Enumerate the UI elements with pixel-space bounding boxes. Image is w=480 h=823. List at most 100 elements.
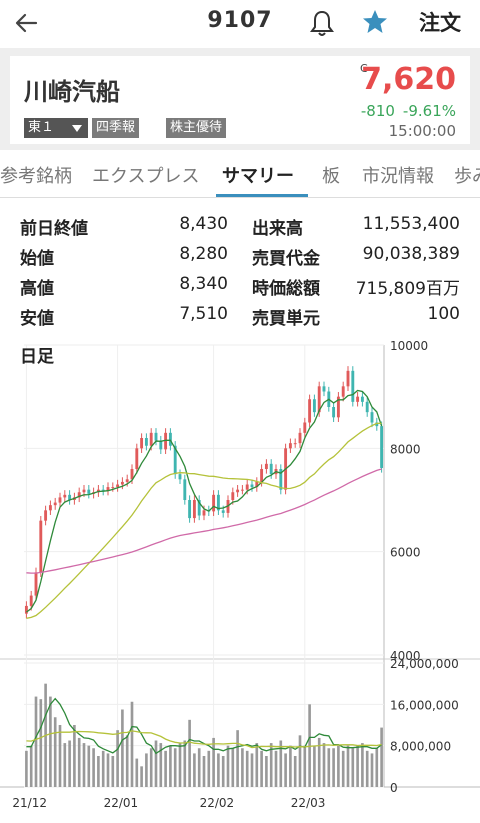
volume-tick-label: 0 [390, 781, 398, 795]
stats-row: 始値 8,280 売買代金 90,038,389 [0, 244, 480, 274]
market-selector[interactable]: 東１ [24, 118, 88, 138]
volume-bar [361, 743, 364, 787]
stat-label: 売買単元 [252, 309, 320, 329]
volume-bar [77, 737, 81, 787]
volume-bar [149, 748, 153, 787]
stat-label: 出来高 [252, 219, 303, 239]
candle [308, 399, 312, 423]
volume-bar [250, 753, 254, 787]
volume-bar [97, 756, 100, 787]
market-label: 東１ [28, 120, 55, 135]
volume-bar [140, 766, 143, 787]
volume-bar [39, 699, 43, 787]
candle [168, 432, 172, 446]
tab-order-book[interactable]: 板 [322, 162, 340, 188]
quarterly-report-badge[interactable]: 四季報 [92, 118, 140, 138]
candle [149, 432, 153, 446]
candle [178, 474, 182, 480]
favorite-star-icon[interactable] [360, 7, 390, 37]
candle [341, 386, 345, 397]
candle [356, 396, 360, 402]
ma25-line [26, 422, 382, 619]
bell-icon[interactable] [308, 8, 336, 38]
volume-bar [154, 740, 158, 787]
change-percent: -9.61% [402, 102, 456, 120]
back-arrow-icon[interactable] [10, 6, 44, 40]
price-tick-label: 6000 [390, 546, 421, 560]
candle [346, 370, 350, 387]
tab-market-info[interactable]: 市況情報 [362, 162, 434, 188]
tab-time-and-sales[interactable]: 歩み [454, 162, 480, 188]
candle [44, 510, 48, 521]
candle [351, 370, 355, 402]
volume-bar [351, 748, 355, 787]
shareholder-benefit-badge[interactable]: 株主優待 [166, 118, 227, 138]
stat-value: 715,809百万 [355, 279, 460, 299]
candle [288, 443, 292, 449]
volume-bar [303, 745, 307, 787]
volume-bar [370, 753, 374, 787]
volume-bar [197, 748, 201, 787]
stat-value: 8,340 [179, 274, 228, 294]
volume-bar [82, 743, 86, 787]
stat-value: 90,038,389 [362, 244, 460, 264]
candle [236, 489, 240, 493]
ma75-line [26, 468, 382, 574]
volume-bar [183, 740, 187, 787]
volume-bar [289, 745, 292, 787]
volume-bar [337, 745, 340, 787]
volume-bar [29, 745, 33, 787]
volume-bar [87, 745, 91, 787]
order-button[interactable]: 注文 [410, 7, 470, 37]
volume-bar [245, 750, 249, 787]
stat-value: 7,510 [179, 304, 228, 324]
stat-label: 高値 [20, 279, 54, 299]
volume-bar [212, 737, 215, 787]
volume-bar [265, 756, 268, 787]
volume-tick-label: 24,000,000 [390, 657, 459, 671]
dropdown-triangle-icon [72, 125, 82, 132]
volume-bar [111, 756, 115, 787]
volume-bar [63, 743, 67, 787]
candle [332, 407, 336, 418]
stock-name: 川崎汽船 [24, 78, 120, 106]
volume-bar [341, 750, 345, 787]
candle [144, 438, 148, 446]
volume-bar [327, 748, 331, 787]
active-tab-indicator [216, 194, 308, 197]
volume-bar [207, 750, 211, 787]
tab-related-stocks[interactable]: 参考銘柄 [0, 162, 72, 188]
volume-bar [380, 727, 383, 787]
x-tick-label: 21/12 [12, 796, 47, 810]
daily-chart[interactable]: 1000080006000400024,000,00016,000,0008,0… [0, 333, 480, 823]
candle [264, 463, 268, 469]
candle [135, 448, 139, 469]
volume-bar [274, 750, 278, 787]
volume-bar [169, 745, 172, 787]
volume-bar [298, 735, 302, 787]
candle [154, 432, 158, 441]
stat-value: 8,280 [179, 244, 228, 264]
volume-bar [135, 758, 139, 787]
volume-bar [164, 750, 167, 787]
stat-label: 安値 [20, 309, 54, 329]
price-tick-label: 8000 [390, 442, 421, 456]
volume-bar [241, 748, 244, 787]
x-tick-label: 22/02 [200, 796, 235, 810]
stats-row: 前日終値 8,430 出来高 11,553,400 [0, 214, 480, 244]
tab-express[interactable]: エクスプレス [92, 162, 199, 188]
candle [298, 432, 302, 444]
price-time: 15:00:00 [388, 122, 456, 140]
volume-bar [356, 745, 359, 787]
volume-bar [101, 750, 105, 787]
x-tick-label: 22/03 [291, 796, 326, 810]
candle [87, 489, 91, 494]
stat-label: 始値 [20, 249, 54, 269]
volume-bar [73, 725, 76, 787]
volume-bar [125, 735, 129, 787]
candle [29, 595, 33, 606]
tab-summary[interactable]: サマリー [222, 162, 294, 188]
candle [188, 500, 192, 519]
volume-bar [346, 745, 350, 787]
current-price: 7,620 [361, 62, 456, 97]
